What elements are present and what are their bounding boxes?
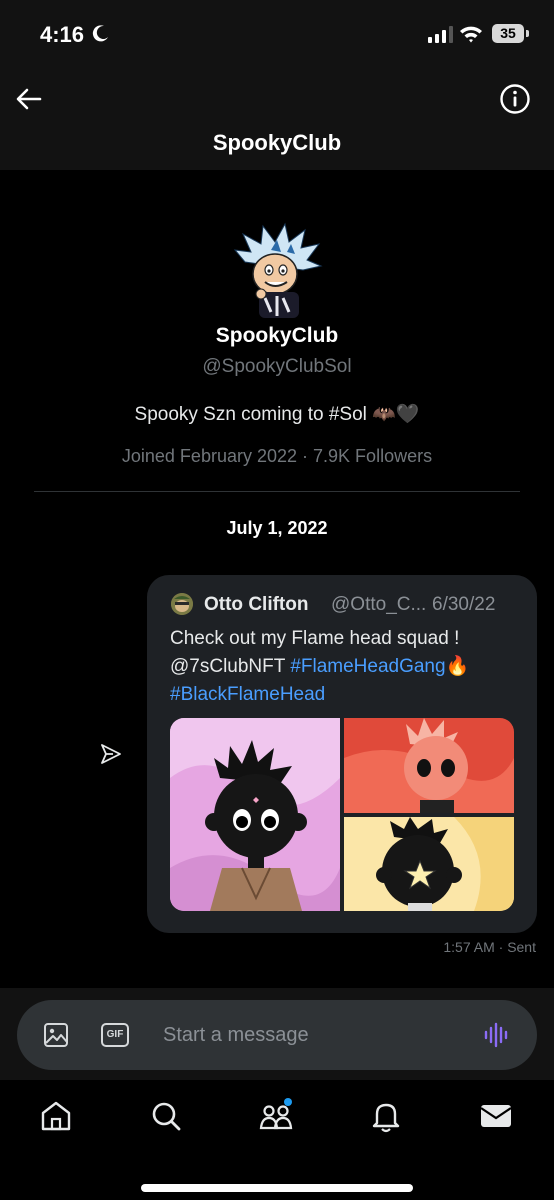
profile-handle[interactable]: @SpookyClubSol bbox=[0, 356, 554, 378]
status-bar: 4:16 35 bbox=[0, 0, 554, 70]
profile-avatar[interactable] bbox=[231, 222, 323, 318]
wifi-icon bbox=[460, 26, 482, 43]
conversation-header: SpookyClub bbox=[0, 70, 554, 170]
profile-meta: Joined February 2022 · 7.9K Followers bbox=[0, 446, 554, 467]
message-status: Sent bbox=[507, 939, 536, 955]
page-title: SpookyClub bbox=[212, 130, 342, 155]
media-image-3[interactable] bbox=[344, 817, 514, 911]
messages-icon[interactable] bbox=[478, 1098, 514, 1134]
battery-indicator: 35 bbox=[492, 24, 524, 43]
notifications-icon[interactable] bbox=[368, 1098, 404, 1134]
communities-icon[interactable] bbox=[258, 1098, 294, 1134]
media-image-1[interactable] bbox=[170, 718, 340, 911]
meta-separator: · bbox=[302, 446, 314, 466]
moon-icon bbox=[92, 25, 108, 42]
message-bubble[interactable]: Otto Clifton @Otto_C... 6/30/22 Check ou… bbox=[147, 575, 537, 933]
bottom-tab-bar bbox=[0, 1080, 554, 1200]
divider bbox=[34, 491, 520, 492]
hashtag-link[interactable]: #BlackFlameHead bbox=[170, 684, 325, 705]
quoted-avatar-image bbox=[171, 593, 193, 615]
search-icon[interactable] bbox=[148, 1098, 184, 1134]
quoted-text: Check out my Flame head squad ! @7sClubN… bbox=[170, 625, 522, 709]
quoted-author-name: Otto Clifton bbox=[204, 594, 309, 615]
quoted-author-handle: @Otto_C... bbox=[331, 594, 427, 615]
profile-bio: Spooky Szn coming to #Sol 🦇🖤 bbox=[134, 404, 420, 425]
message-time: 1:57 AM bbox=[443, 939, 495, 955]
image-icon[interactable] bbox=[43, 1022, 69, 1048]
message-input[interactable]: Start a message bbox=[163, 1024, 309, 1047]
quoted-avatar bbox=[171, 593, 193, 615]
info-icon[interactable] bbox=[498, 82, 532, 116]
voice-message-icon[interactable] bbox=[483, 1021, 511, 1049]
quoted-date: 6/30/22 bbox=[432, 594, 496, 615]
gif-icon[interactable]: GIF bbox=[101, 1023, 129, 1047]
message-timestamp: 1:57 AM · Sent bbox=[443, 939, 536, 955]
quoted-mention[interactable]: @7sClubNFT bbox=[170, 656, 285, 677]
status-time: 4:16 bbox=[40, 22, 85, 47]
profile-joined: Joined February 2022 bbox=[121, 446, 298, 466]
media-image-2[interactable] bbox=[344, 718, 514, 813]
back-arrow-icon[interactable] bbox=[14, 84, 44, 114]
home-indicator bbox=[141, 1184, 413, 1192]
quoted-text-plain: Check out my Flame head squad ! bbox=[170, 628, 460, 649]
home-icon[interactable] bbox=[38, 1098, 74, 1134]
timestamp-separator: · bbox=[498, 939, 508, 955]
battery-nub bbox=[526, 30, 529, 37]
message-composer[interactable]: GIF Start a message bbox=[17, 1000, 537, 1070]
signal-icon bbox=[428, 26, 453, 43]
date-separator: July 1, 2022 bbox=[226, 518, 328, 538]
profile-followers[interactable]: 7.9K Followers bbox=[313, 446, 432, 466]
profile-name[interactable]: SpookyClub bbox=[0, 324, 554, 348]
share-send-icon[interactable] bbox=[99, 742, 123, 766]
hashtag-link[interactable]: #FlameHeadGang bbox=[290, 656, 445, 677]
fire-emoji: 🔥 bbox=[445, 656, 470, 677]
